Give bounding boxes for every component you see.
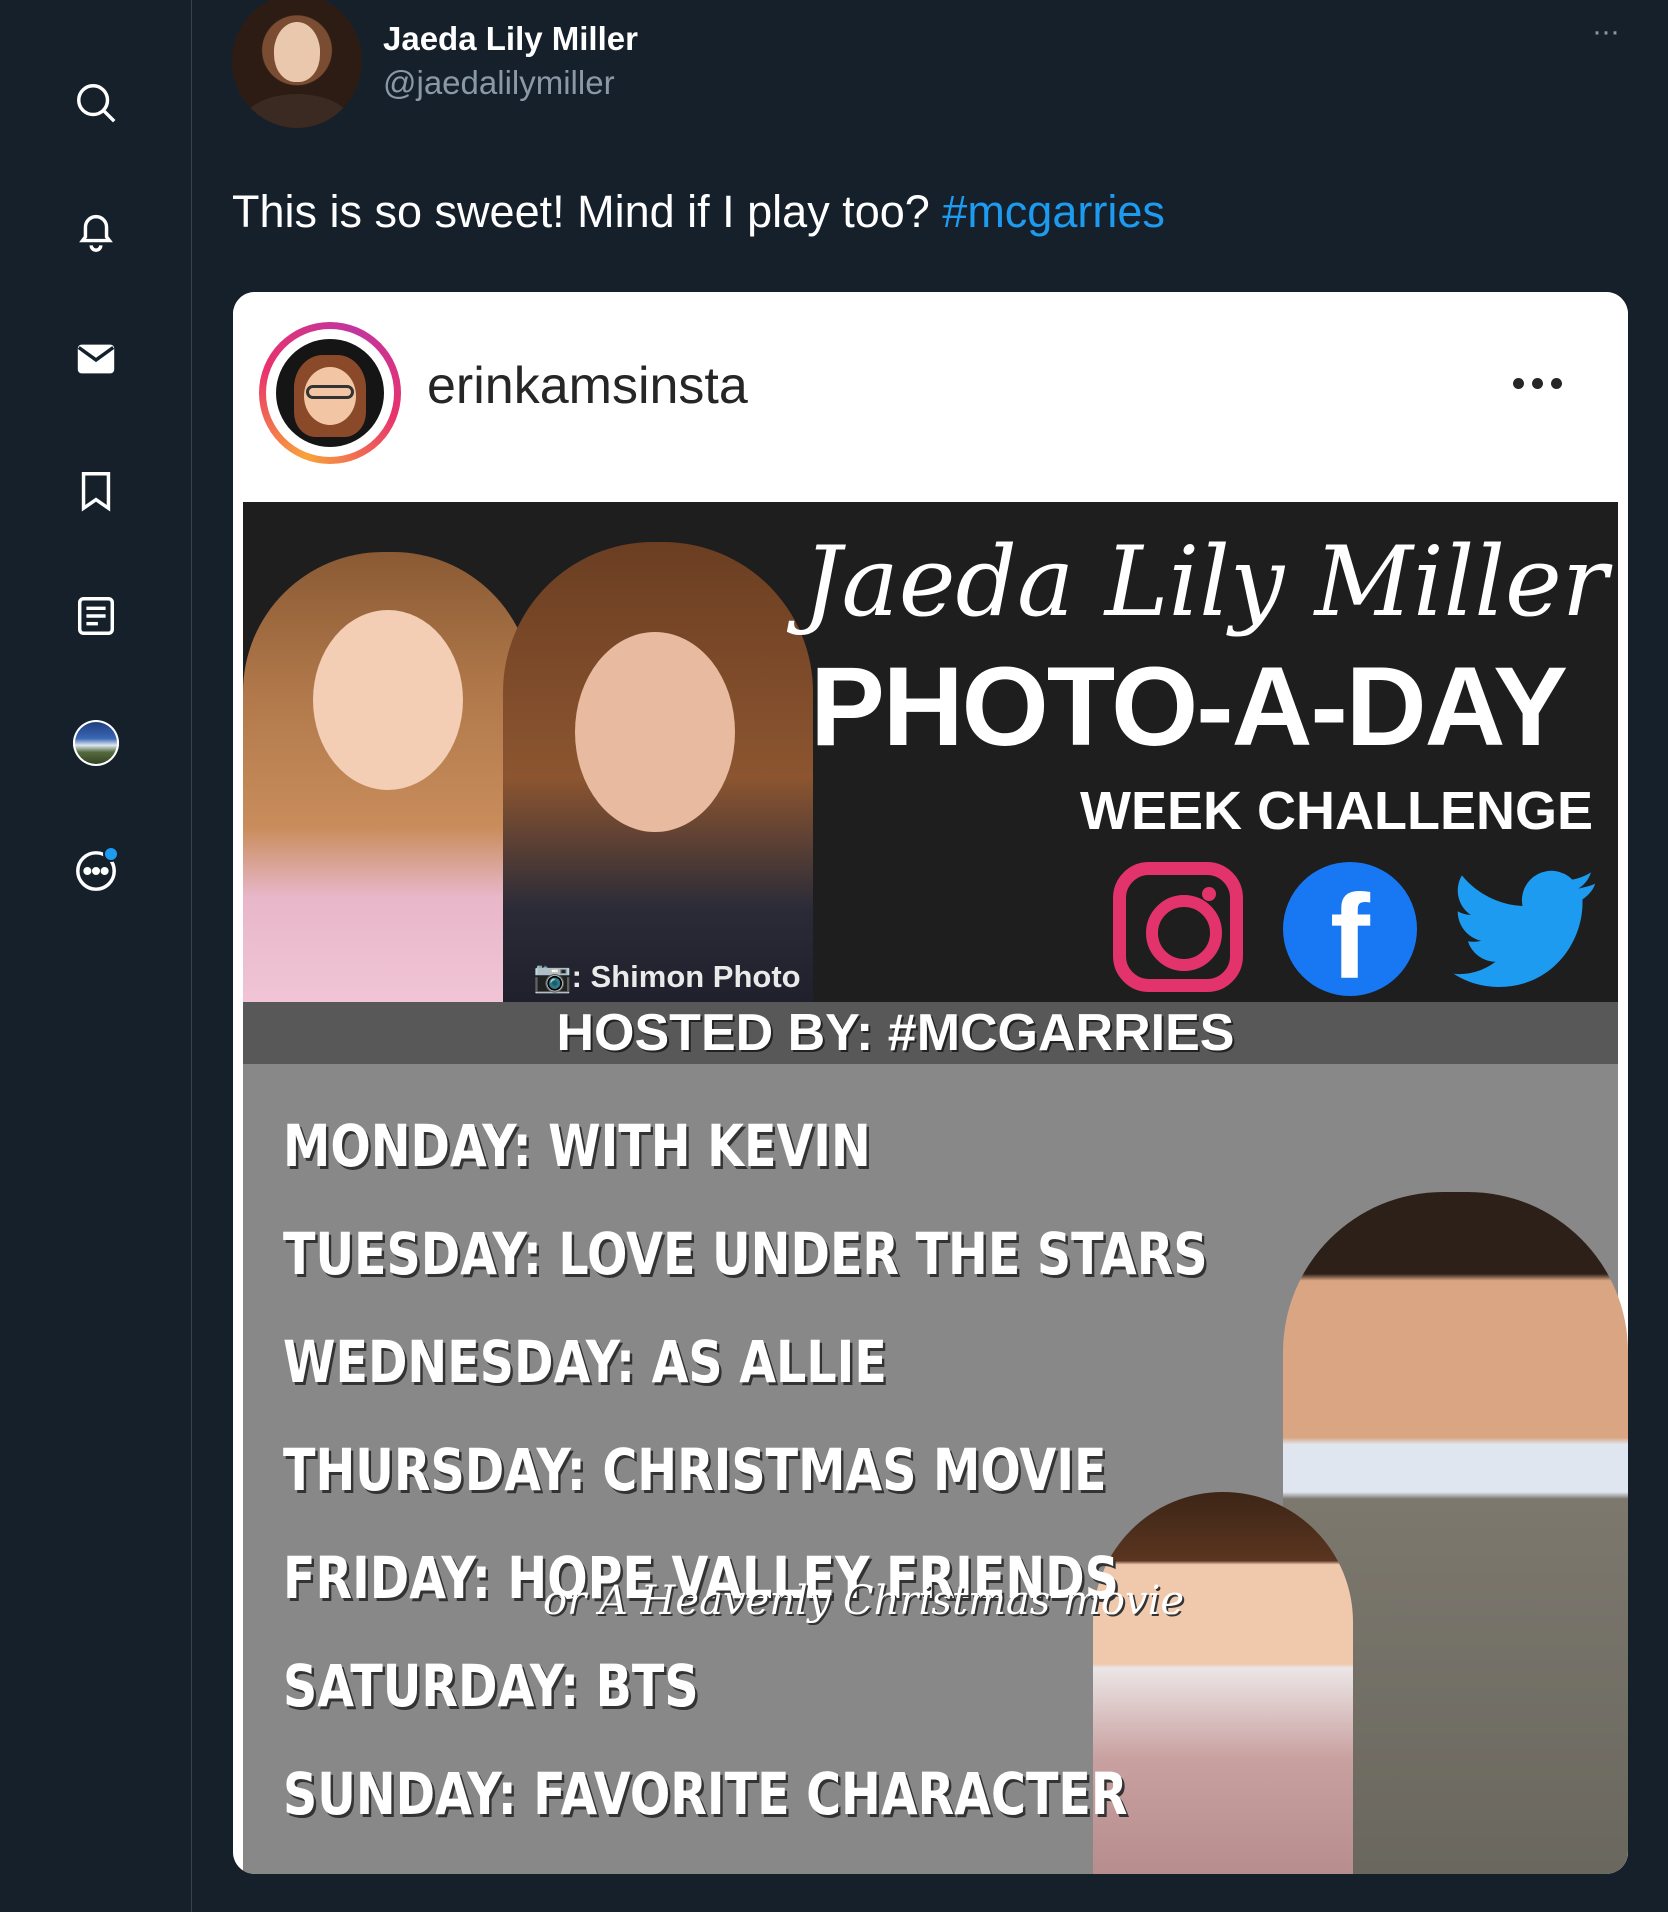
day-wednesday: WEDNESDAY: AS ALLIE <box>283 1328 887 1396</box>
tweet-more-icon[interactable]: ··· <box>1592 17 1620 47</box>
script-name: Jaeda Lily Miller <box>803 526 1608 638</box>
hosted-by-text: HOSTED BY: #MCGARRIES <box>556 1004 1235 1062</box>
tweet-text: This is so sweet! Mind if I play too? #m… <box>232 186 1165 238</box>
card-header: erinkamsinsta <box>233 292 1628 492</box>
banner-top: 📷: Shimon Photo Jaeda Lily Miller PHOTO-… <box>233 492 1628 1012</box>
lists-icon[interactable] <box>61 581 131 651</box>
instagram-icon <box>1113 862 1243 992</box>
day-thursday: THURSDAY: CHRISTMAS MOVIE <box>283 1436 1107 1504</box>
embedded-instagram-post[interactable]: erinkamsinsta 📷: Shimon Photo Jaeda Lily… <box>233 292 1628 1874</box>
author-avatar[interactable] <box>232 0 362 128</box>
card-menu-icon[interactable] <box>1513 378 1562 389</box>
headline: PHOTO-A-DAY <box>810 644 1568 769</box>
profile-avatar[interactable] <box>61 708 131 778</box>
challenge-banner-image: 📷: Shimon Photo Jaeda Lily Miller PHOTO-… <box>233 492 1628 1874</box>
day-saturday: SATURDAY: BTS <box>283 1652 699 1720</box>
twitter-icon <box>1453 870 1598 990</box>
avatar <box>73 720 119 766</box>
hashtag-link[interactable]: #mcgarries <box>942 186 1165 237</box>
hosted-by-bar: HOSTED BY: #MCGARRIES <box>243 1002 1618 1064</box>
photo-girl-costume <box>1093 1492 1353 1874</box>
social-icons: f <box>1113 862 1596 1002</box>
day-tuesday: TUESDAY: LOVE UNDER THE STARS <box>283 1220 1208 1288</box>
friday-note: or A Heavenly Christmas movie <box>543 1578 1185 1624</box>
author-handle[interactable]: @jaedalilymiller <box>383 64 615 102</box>
mail-icon[interactable] <box>61 324 131 394</box>
day-monday: MONDAY: WITH KEVIN <box>283 1112 871 1180</box>
day-sunday: SUNDAY: FAVORITE CHARACTER <box>283 1760 1128 1828</box>
notification-dot <box>103 846 119 862</box>
photo-girl-center <box>503 542 813 1012</box>
more-icon[interactable] <box>61 836 131 906</box>
search-icon[interactable] <box>61 68 131 138</box>
card-username[interactable]: erinkamsinsta <box>427 356 748 416</box>
subheadline: WEEK CHALLENGE <box>1080 781 1593 841</box>
story-avatar[interactable] <box>259 322 401 464</box>
sidebar-nav <box>0 0 192 1912</box>
photo-credit: 📷: Shimon Photo <box>533 959 801 994</box>
author-name[interactable]: Jaeda Lily Miller <box>383 20 638 58</box>
tweet-body: This is so sweet! Mind if I play too? <box>232 186 943 237</box>
bell-icon[interactable] <box>61 196 131 266</box>
bookmark-icon[interactable] <box>61 456 131 526</box>
photo-girl-left <box>243 552 533 1012</box>
facebook-icon: f <box>1283 862 1417 996</box>
